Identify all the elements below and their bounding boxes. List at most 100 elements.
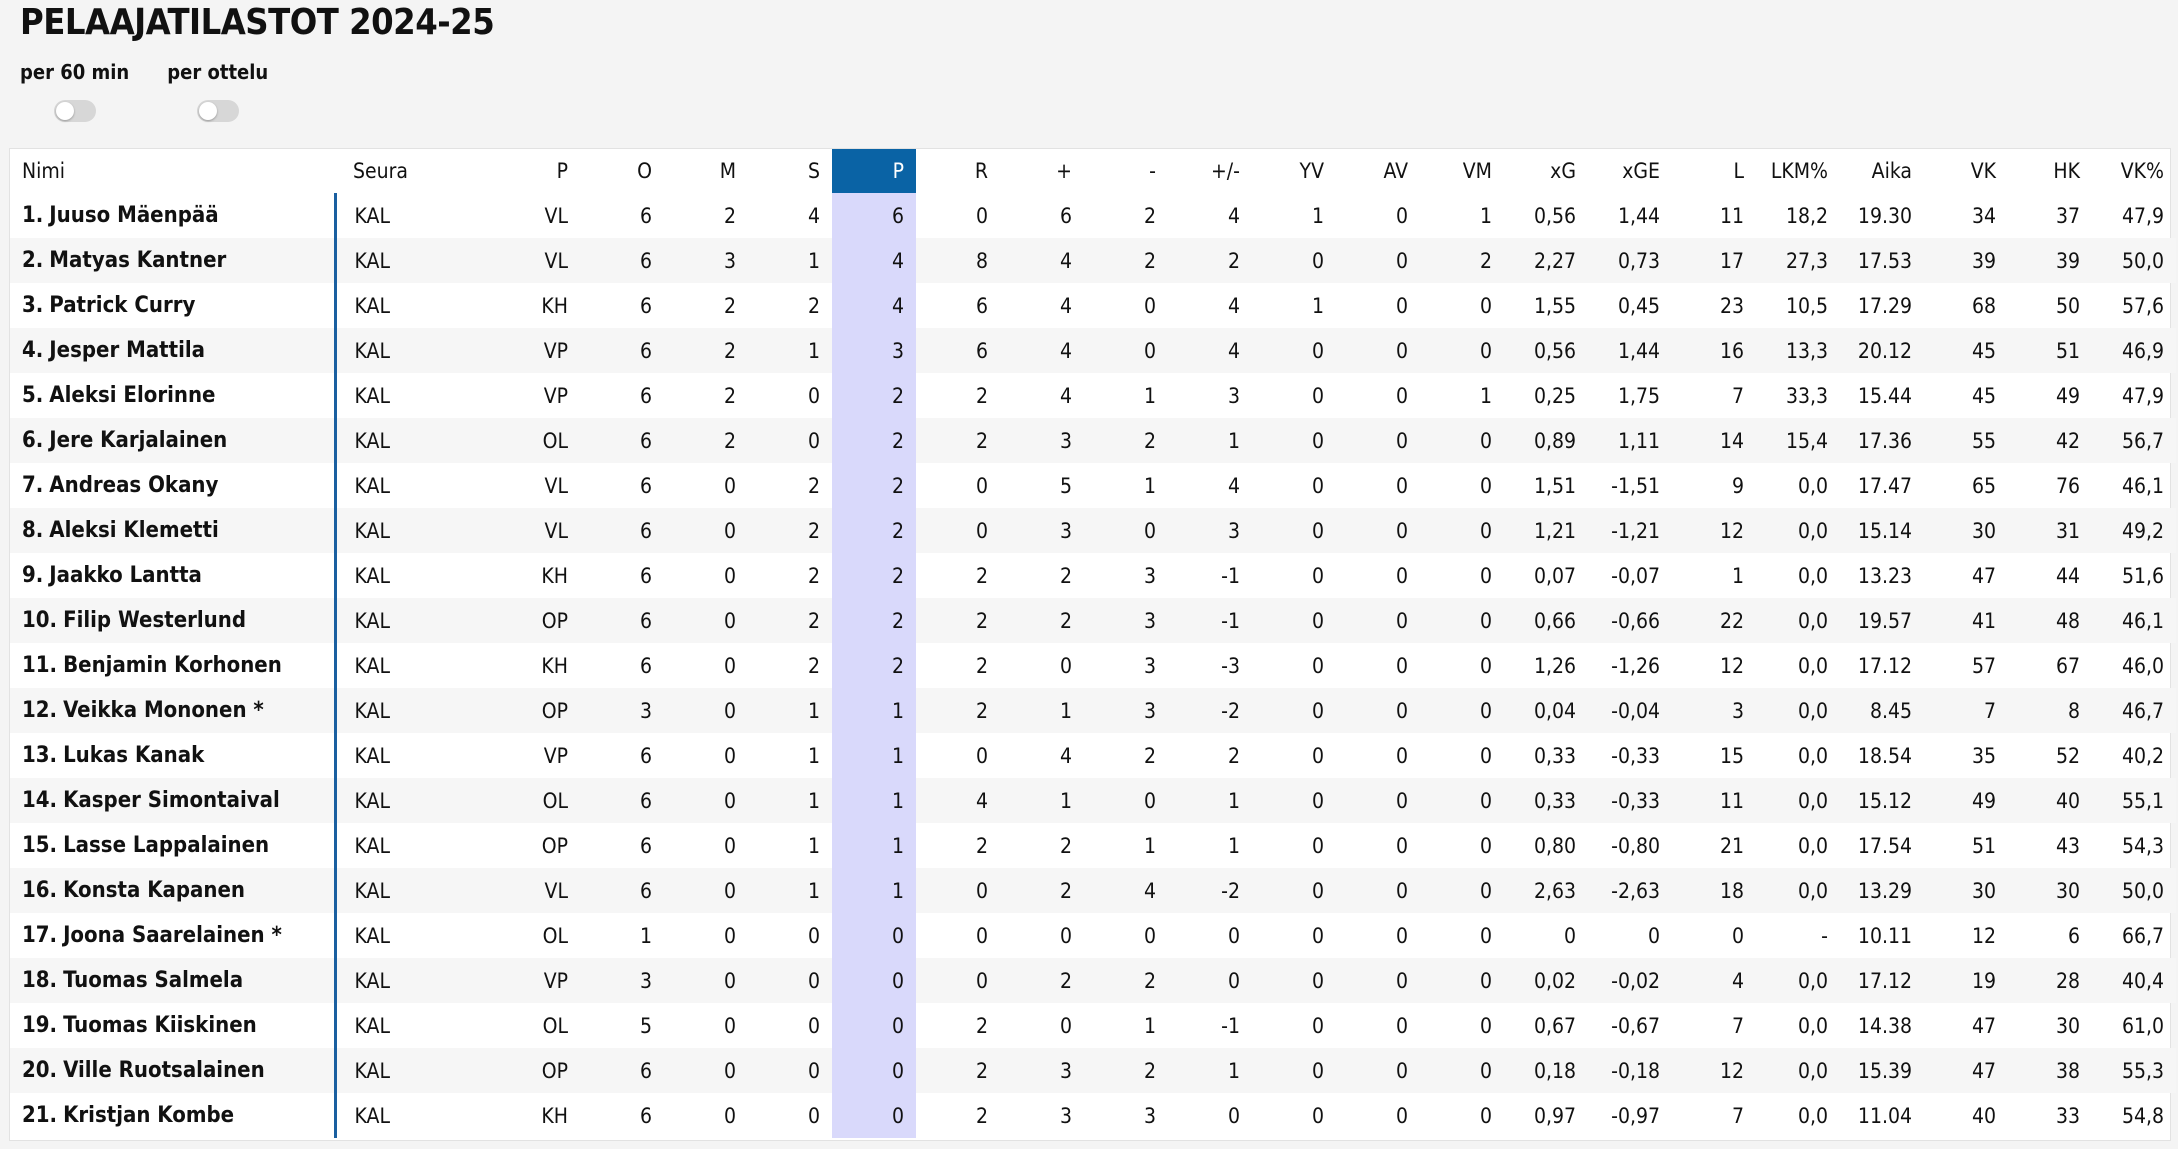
column-header[interactable]: P: [458, 149, 580, 193]
player-name[interactable]: Matyas Kantner: [49, 248, 226, 273]
player-name[interactable]: Lasse Lappalainen: [63, 833, 269, 858]
column-header[interactable]: L: [1672, 149, 1756, 193]
player-name-cell[interactable]: 6. Jere Karjalainen: [10, 418, 337, 463]
column-header[interactable]: LKM%: [1756, 149, 1840, 193]
stat-cell: 4: [807, 203, 820, 228]
table-row[interactable]: 11. Benjamin Korhonen KAL KH 6 0 2 2 2 0 3 -3 0 0 0 1,2…: [10, 643, 2176, 688]
table-row[interactable]: 5. Aleksi Elorinne KAL VP 6 2 0 2 2 4 1 3 0 0 1 0,25 1,7…: [10, 373, 2176, 418]
column-header[interactable]: P: [832, 149, 916, 193]
player-name-cell[interactable]: 5. Aleksi Elorinne: [10, 373, 337, 418]
player-name-cell[interactable]: 7. Andreas Okany: [10, 463, 337, 508]
stat-cell: 1,26: [1533, 653, 1576, 678]
player-name[interactable]: Patrick Curry: [49, 293, 195, 318]
player-name[interactable]: Konsta Kapanen: [63, 878, 245, 903]
column-header[interactable]: Aika: [1840, 149, 1924, 193]
player-name-cell[interactable]: 1. Juuso Mäenpää: [10, 193, 337, 238]
player-name[interactable]: Kristjan Kombe: [63, 1103, 234, 1128]
column-header[interactable]: M: [664, 149, 748, 193]
table-row[interactable]: 3. Patrick Curry KAL KH 6 2 2 4 6 4 0 4 1 0 0 1,55 0,45 2…: [10, 283, 2176, 328]
player-name-cell[interactable]: 15. Lasse Lappalainen: [10, 823, 337, 868]
column-header[interactable]: +: [1000, 149, 1084, 193]
table-row[interactable]: 10. Filip Westerlund KAL OP 6 0 2 2 2 2 3 -1 0 0 0 0,66…: [10, 598, 2176, 643]
player-name[interactable]: Ville Ruotsalainen: [63, 1058, 265, 1083]
table-row[interactable]: 9. Jaakko Lantta KAL KH 6 0 2 2 2 2 3 -1 0 0 0 0,07 -0,0…: [10, 553, 2176, 598]
per-game-switch[interactable]: [196, 100, 239, 122]
player-name[interactable]: Aleksi Klemetti: [49, 518, 218, 543]
column-header[interactable]: Seura: [335, 149, 458, 193]
table-row[interactable]: 12. Veikka Mononen * KAL OP 3 0 1 1 2 1 3 -2 0 0 0 0,04…: [10, 688, 2176, 733]
table-row[interactable]: 4. Jesper Mattila KAL VP 6 2 1 3 6 4 0 4 0 0 0 0,56 1,44…: [10, 328, 2176, 373]
player-name-cell[interactable]: 11. Benjamin Korhonen: [10, 643, 337, 688]
stat-cell: 0: [664, 958, 748, 1003]
column-header[interactable]: AV: [1336, 149, 1420, 193]
player-name-cell[interactable]: 13. Lukas Kanak: [10, 733, 337, 778]
stat-cell: 28: [2008, 958, 2092, 1003]
player-name[interactable]: Tuomas Kiiskinen: [63, 1013, 257, 1038]
player-name[interactable]: Benjamin Korhonen: [63, 653, 282, 678]
player-name[interactable]: Tuomas Salmela: [63, 968, 243, 993]
column-header[interactable]: S: [748, 149, 832, 193]
stat-cell: 2: [832, 373, 916, 418]
player-name[interactable]: Filip Westerlund: [63, 608, 246, 633]
player-name[interactable]: Juuso Mäenpää: [49, 203, 218, 228]
player-name[interactable]: Aleksi Elorinne: [49, 383, 215, 408]
table-row[interactable]: 1. Juuso Mäenpää KAL VL 6 2 4 6 0 6 2 4 1 0 1 0,56 1,44 1…: [10, 193, 2176, 238]
player-name[interactable]: Jaakko Lantta: [49, 563, 202, 588]
stat-cell: 12: [1672, 508, 1756, 553]
per60-switch[interactable]: [53, 100, 96, 122]
stat-cell: 18: [1672, 868, 1756, 913]
player-name-cell[interactable]: 8. Aleksi Klemetti: [10, 508, 337, 553]
player-name-cell[interactable]: 12. Veikka Mononen *: [10, 688, 337, 733]
column-header[interactable]: Nimi: [10, 149, 335, 193]
player-name[interactable]: Lukas Kanak: [63, 743, 204, 768]
player-name-cell[interactable]: 9. Jaakko Lantta: [10, 553, 337, 598]
stat-cell: 3: [832, 328, 916, 373]
player-name-cell[interactable]: 4. Jesper Mattila: [10, 328, 337, 373]
player-name[interactable]: Jere Karjalainen: [49, 428, 227, 453]
table-row[interactable]: 13. Lukas Kanak KAL VP 6 0 1 1 0 4 2 2 0 0 0 0,33 -0,33 1…: [10, 733, 2176, 778]
player-name-cell[interactable]: 20. Ville Ruotsalainen: [10, 1048, 337, 1093]
table-row[interactable]: 2. Matyas Kantner KAL VL 6 3 1 4 8 4 2 2 0 0 2 2,27 0,73…: [10, 238, 2176, 283]
stat-cell: 10,5: [1785, 293, 1828, 318]
player-name[interactable]: Joona Saarelainen *: [63, 923, 282, 948]
player-name[interactable]: Jesper Mattila: [49, 338, 205, 363]
column-header[interactable]: xG: [1504, 149, 1588, 193]
player-name-cell[interactable]: 19. Tuomas Kiiskinen: [10, 1003, 337, 1048]
table-row[interactable]: 19. Tuomas Kiiskinen KAL OL 5 0 0 0 2 0 1 -1 0 0 0 0,67…: [10, 1003, 2176, 1048]
column-header[interactable]: -: [1084, 149, 1168, 193]
column-header[interactable]: O: [580, 149, 664, 193]
table-row[interactable]: 18. Tuomas Salmela KAL VP 3 0 0 0 0 2 2 0 0 0 0 0,02 -0,…: [10, 958, 2176, 1003]
column-header[interactable]: VK%: [2092, 149, 2176, 193]
column-header[interactable]: R: [916, 149, 1000, 193]
column-header[interactable]: VK: [1924, 149, 2008, 193]
column-header[interactable]: xGE: [1588, 149, 1672, 193]
column-header[interactable]: HK: [2008, 149, 2092, 193]
player-name-cell[interactable]: 17. Joona Saarelainen *: [10, 913, 337, 958]
player-name-cell[interactable]: 21. Kristjan Kombe: [10, 1093, 337, 1138]
table-row[interactable]: 17. Joona Saarelainen * KAL OL 1 0 0 0 0 0 0 0 0 0 0 0 0…: [10, 913, 2176, 958]
player-name-cell[interactable]: 10. Filip Westerlund: [10, 598, 337, 643]
table-row[interactable]: 16. Konsta Kapanen KAL VL 6 0 1 1 0 2 4 -2 0 0 0 2,63 -2…: [10, 868, 2176, 913]
table-row[interactable]: 15. Lasse Lappalainen KAL OP 6 0 1 1 2 2 1 1 0 0 0 0,80…: [10, 823, 2176, 868]
column-header[interactable]: VM: [1420, 149, 1504, 193]
table-row[interactable]: 8. Aleksi Klemetti KAL VL 6 0 2 2 0 3 0 3 0 0 0 1,21 -1,…: [10, 508, 2176, 553]
table-row[interactable]: 14. Kasper Simontaival KAL OL 6 0 1 1 4 1 0 1 0 0 0 0,3…: [10, 778, 2176, 823]
stat-cell: 2: [723, 203, 736, 228]
player-name-cell[interactable]: 14. Kasper Simontaival: [10, 778, 337, 823]
table-row[interactable]: 20. Ville Ruotsalainen KAL OP 6 0 0 0 2 3 2 1 0 0 0 0,1…: [10, 1048, 2176, 1093]
table-row[interactable]: 6. Jere Karjalainen KAL OL 6 2 0 2 2 3 2 1 0 0 0 0,89 1,…: [10, 418, 2176, 463]
player-name-cell[interactable]: 16. Konsta Kapanen: [10, 868, 337, 913]
column-header[interactable]: +/-: [1168, 149, 1252, 193]
player-name[interactable]: Kasper Simontaival: [63, 788, 280, 813]
player-name-cell[interactable]: 18. Tuomas Salmela: [10, 958, 337, 1003]
player-name[interactable]: Veikka Mononen *: [63, 698, 264, 723]
table-row[interactable]: 7. Andreas Okany KAL VL 6 0 2 2 0 5 1 4 0 0 0 1,51 -1,51…: [10, 463, 2176, 508]
player-name-cell[interactable]: 2. Matyas Kantner: [10, 238, 337, 283]
team-cell: KAL: [335, 778, 458, 823]
stat-cell: -2: [1168, 688, 1252, 733]
player-name-cell[interactable]: 3. Patrick Curry: [10, 283, 337, 328]
rank-number: 7.: [22, 473, 44, 498]
table-row[interactable]: 21. Kristjan Kombe KAL KH 6 0 0 0 2 3 3 0 0 0 0 0,97 -0,…: [10, 1093, 2176, 1138]
column-header[interactable]: YV: [1252, 149, 1336, 193]
player-name[interactable]: Andreas Okany: [49, 473, 218, 498]
